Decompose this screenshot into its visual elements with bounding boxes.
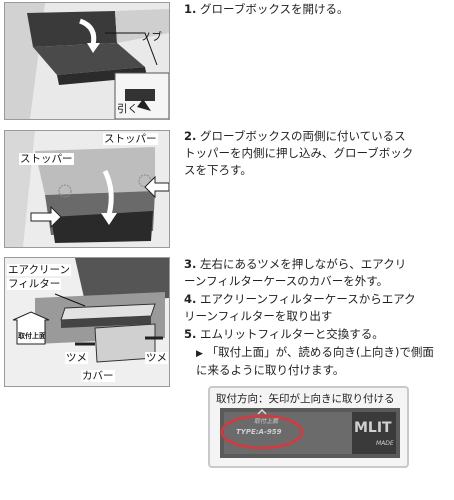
filter-label-2: フィルター — [7, 278, 62, 290]
pull-label: 引く — [117, 103, 138, 115]
note-bullet-icon: ▶ — [196, 349, 203, 359]
knob-label: ノブ — [141, 31, 162, 43]
claw-left-label: ツメ — [65, 352, 88, 364]
step-text: エアクリーンフィルターケースからエアクリーンフィルターを取り出す — [184, 292, 416, 323]
photo-brand: MLIT — [354, 420, 392, 436]
figure-open-glovebox: ノブ 引く — [4, 2, 170, 120]
step-4: 4. エアクリーンフィルターケースからエアクリーンフィルターを取り出す — [184, 291, 416, 325]
note-text: 「取付上面」が、読める向き(上向き)で側面に来るように取り付けます。 — [196, 345, 434, 377]
glovebox-illustration — [5, 3, 169, 119]
stopper-illustration — [5, 131, 169, 247]
step-text: グローブボックスの両側に付いているストッパーを内側に押し込み、グローブボックスを… — [184, 129, 414, 177]
top-side-label: 取付上面 — [18, 332, 46, 340]
step-number: 1. — [184, 2, 197, 16]
photo-top-mark: 取付上面 — [254, 418, 279, 425]
photo-made: MADE — [376, 440, 394, 447]
step-number: 4. — [184, 292, 197, 306]
step-number: 5. — [184, 327, 197, 341]
cover-label: カバー — [81, 370, 115, 382]
step-text: グローブボックスを開ける。 — [200, 2, 349, 16]
step-text: エムリットフィルターと交換する。 — [200, 327, 384, 341]
figure-lower-glovebox: ストッパー ストッパー — [4, 130, 170, 248]
stopper-right-label: ストッパー — [103, 133, 158, 145]
step-1: 1. グローブボックスを開ける。 — [184, 1, 446, 18]
step-3: 3. 左右にあるツメを押しながら、エアクリーンフィルターケースのカバーを外す。 — [184, 256, 416, 290]
figure-filter-case: エアクリーン フィルター 取付上面 ツメ ツメ カバー — [4, 257, 170, 387]
filter-orientation-photo: 取付方向：矢印が上向きに取り付ける 取付上面 TYPE:A-959 MLIT M… — [208, 386, 409, 468]
step-number: 2. — [184, 129, 197, 143]
step-text: 左右にあるツメを押しながら、エアクリーンフィルターケースのカバーを外す。 — [184, 257, 407, 288]
filter-label-1: エアクリーン — [7, 264, 71, 276]
step-2: 2. グローブボックスの両側に付いているストッパーを内側に押し込み、グローブボッ… — [184, 128, 416, 179]
installation-note: ▶ 「取付上面」が、読める向き(上向き)で側面に来るように取り付けます。 — [196, 344, 436, 378]
claw-right-label: ツメ — [145, 352, 168, 364]
photo-model: TYPE:A-959 — [236, 428, 282, 436]
step-number: 3. — [184, 257, 197, 271]
step-5: 5. エムリットフィルターと交換する。 — [184, 326, 416, 343]
stopper-left-label: ストッパー — [19, 153, 74, 165]
